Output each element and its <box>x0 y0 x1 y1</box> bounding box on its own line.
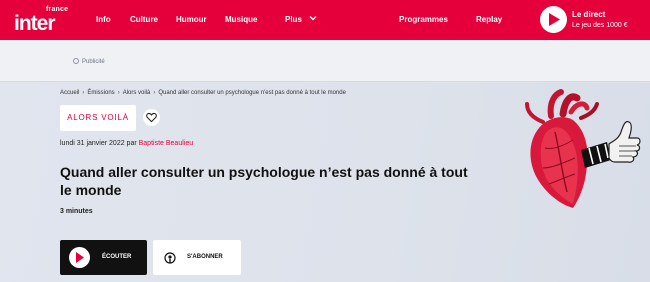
chevron-down-icon[interactable] <box>308 13 318 23</box>
episode-date: lundi 31 janvier 2022 par <box>60 140 137 147</box>
subscribe-button-label: S'ABONNER <box>187 254 223 260</box>
heart-icon <box>146 112 157 123</box>
nav-item-humour[interactable]: Humour <box>176 15 207 24</box>
live-title[interactable]: Le direct <box>572 10 605 19</box>
episode-duration: 3 minutes <box>60 208 93 215</box>
logo-big-text: inter <box>14 12 56 35</box>
listen-button[interactable]: ÉCOUTER <box>60 240 147 275</box>
page-title: Quand aller consulter un psychologue n’e… <box>60 164 468 198</box>
top-navigation: france inter Info Culture Humour Musique… <box>0 0 650 40</box>
nav-item-musique[interactable]: Musique <box>225 15 257 24</box>
nav-item-replay[interactable]: Replay <box>476 15 502 24</box>
show-name-button[interactable]: ALORS VOILÀ <box>60 105 136 131</box>
ad-label-text: Publicité <box>82 59 105 65</box>
live-subtitle[interactable]: Le jeu des 1000 € <box>572 22 628 29</box>
live-play-button[interactable] <box>540 6 567 33</box>
breadcrumb-item-show[interactable]: Alors voilà <box>123 90 151 96</box>
breadcrumb: Accueil › Émissions › Alors voilà › Quand alle… <box>60 90 346 96</box>
nav-item-plus[interactable]: Plus <box>285 15 302 24</box>
play-icon-circle <box>69 247 90 268</box>
nav-item-culture[interactable]: Culture <box>130 15 158 24</box>
play-icon <box>76 252 84 263</box>
france-inter-logo[interactable]: france inter <box>14 6 74 34</box>
nav-item-programmes[interactable]: Programmes <box>399 15 448 24</box>
author-link[interactable]: Baptiste Beaulieu <box>139 140 193 147</box>
nav-item-info[interactable]: Info <box>96 15 111 24</box>
subscribe-button[interactable]: S'ABONNER <box>153 240 241 275</box>
listen-button-label: ÉCOUTER <box>102 254 132 260</box>
breadcrumb-item-home[interactable]: Accueil <box>60 90 79 96</box>
ad-label: Publicité <box>73 58 105 65</box>
play-icon <box>549 13 560 26</box>
heart-thumbs-up-illustration <box>525 89 641 208</box>
breadcrumb-item-current: Quand aller consulter un psychologue n'e… <box>158 90 346 96</box>
breadcrumb-item-emissions[interactable]: Émissions <box>87 90 114 96</box>
episode-dateline: lundi 31 janvier 2022 par Baptiste Beaul… <box>60 140 193 147</box>
podcast-icon <box>164 252 176 264</box>
favorite-button[interactable] <box>143 109 160 126</box>
info-icon <box>73 58 79 64</box>
